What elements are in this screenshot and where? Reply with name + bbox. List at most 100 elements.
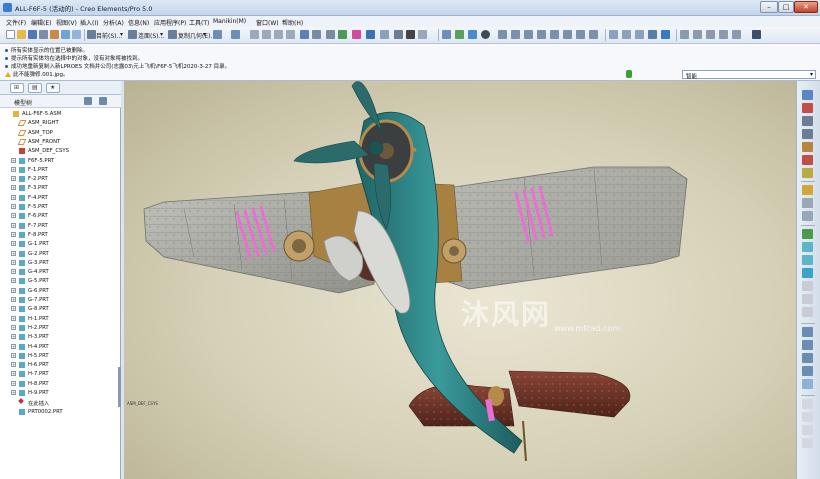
select-box-icon[interactable] <box>326 30 335 39</box>
tree-item[interactable]: + G-2.PRT <box>0 250 118 259</box>
csys-display-icon[interactable] <box>455 30 464 39</box>
hidden-line-icon[interactable] <box>622 30 631 39</box>
tree-expand-icon[interactable]: + <box>11 306 16 312</box>
print-icon[interactable] <box>39 30 48 39</box>
tree-item[interactable]: + G-5.PRT <box>0 277 118 286</box>
tab-folder-browser[interactable]: ▤ <box>28 83 42 93</box>
sketch-icon[interactable] <box>680 30 689 39</box>
annotation-icon[interactable] <box>706 30 715 39</box>
undo-icon[interactable] <box>213 30 222 39</box>
regenerate-icon[interactable] <box>87 30 96 39</box>
revolve-icon[interactable] <box>802 242 813 252</box>
tree-expand-icon[interactable]: + <box>11 259 16 265</box>
appearance-icon[interactable] <box>338 30 347 39</box>
tab-favorites[interactable]: ★ <box>46 83 60 93</box>
copy-icon[interactable] <box>262 30 271 39</box>
new-file-icon[interactable] <box>6 30 15 39</box>
axis-icon[interactable] <box>732 30 741 39</box>
tree-item[interactable]: + F-6.PRT <box>0 212 118 221</box>
tree-item[interactable]: ASM_FRONT <box>0 138 118 147</box>
tree-expand-icon[interactable]: + <box>11 185 16 191</box>
tree-expand-icon[interactable]: + <box>11 157 16 163</box>
regenerate-label[interactable]: 目前(S)... <box>96 31 122 40</box>
tree-expand-icon[interactable]: + <box>11 222 16 228</box>
tree-expand-icon[interactable]: + <box>11 380 16 386</box>
airplane-model[interactable] <box>124 81 796 479</box>
tree-item[interactable]: + G-7.PRT <box>0 296 118 305</box>
menu-insert[interactable]: 插入(I) <box>80 18 98 27</box>
tree-expand-icon[interactable]: + <box>11 278 16 284</box>
tab-model-tree[interactable]: ⊞ <box>10 83 24 93</box>
pattern-icon[interactable] <box>802 366 813 376</box>
tree-item[interactable]: + F-8.PRT <box>0 231 118 240</box>
tree-expand-icon[interactable]: + <box>11 352 16 358</box>
copy-geometry-label[interactable]: 复制几何(E)... <box>178 31 216 40</box>
tree-item[interactable]: + F-1.PRT <box>0 166 118 175</box>
analysis-feature-icon[interactable] <box>802 168 813 178</box>
hole-icon[interactable] <box>802 281 813 291</box>
draft-icon[interactable] <box>802 353 813 363</box>
tree-item[interactable]: + G-6.PRT <box>0 287 118 296</box>
round-icon[interactable] <box>802 327 813 337</box>
dropdown-arrow-2[interactable]: ▾ <box>160 31 163 38</box>
shading-icon[interactable] <box>648 30 657 39</box>
close-button[interactable]: ✕ <box>794 1 818 13</box>
redo-icon[interactable] <box>231 30 240 39</box>
menu-analysis[interactable]: 分析(A) <box>103 18 124 27</box>
create-component-icon[interactable] <box>802 198 813 208</box>
assemble-icon[interactable] <box>802 185 813 195</box>
no-hidden-icon[interactable] <box>635 30 644 39</box>
reorient-icon[interactable] <box>563 30 572 39</box>
tree-item[interactable]: + G-4.PRT <box>0 268 118 277</box>
tree-expand-icon[interactable]: + <box>11 204 16 209</box>
tree-item[interactable]: ASM_TOP <box>0 129 118 138</box>
tree-expand-icon[interactable]: + <box>11 269 16 275</box>
tree-item[interactable]: PRT0002.PRT <box>0 408 118 417</box>
tree-settings-icon[interactable] <box>84 97 92 105</box>
menu-file[interactable]: 文件(F) <box>6 18 26 27</box>
tree-expand-icon[interactable]: + <box>11 371 16 377</box>
menu-window[interactable]: 窗口(W) <box>256 18 279 27</box>
tree-show-icon[interactable] <box>99 97 107 105</box>
email-icon[interactable] <box>50 30 59 39</box>
layer-visibility-icon[interactable] <box>589 30 598 39</box>
context-help-icon[interactable] <box>752 30 761 39</box>
graphics-window[interactable]: 沐风网 www.mfcad.com <box>124 81 796 479</box>
thicken-icon[interactable] <box>802 438 813 448</box>
tree-item[interactable]: 在此插入 <box>0 398 118 407</box>
model-display-icon[interactable] <box>366 30 375 39</box>
paste-icon[interactable] <box>274 30 283 39</box>
tree-expand-icon[interactable]: + <box>11 194 16 200</box>
mirror-icon[interactable] <box>802 379 813 389</box>
blend-icon[interactable] <box>802 268 813 278</box>
point-icon[interactable] <box>719 30 728 39</box>
menu-manikin[interactable]: Manikin(M) <box>213 18 246 25</box>
tree-item[interactable]: + F6F-5.PRT <box>0 157 118 166</box>
trim-icon[interactable] <box>802 412 813 422</box>
tree-expand-icon[interactable]: + <box>11 390 16 395</box>
datum-planes-icon[interactable] <box>468 30 477 39</box>
tree-expand-icon[interactable]: + <box>11 176 16 182</box>
tree-item[interactable]: + F-4.PRT <box>0 194 118 203</box>
tree-expand-icon[interactable]: + <box>11 362 16 368</box>
saved-views-icon[interactable] <box>576 30 585 39</box>
color-palette-icon[interactable] <box>352 30 361 39</box>
minimize-button[interactable]: – <box>760 1 778 13</box>
relations-icon[interactable] <box>394 30 403 39</box>
glasses-icon[interactable] <box>406 30 415 39</box>
tree-item[interactable]: + G-8.PRT <box>0 305 118 314</box>
menu-info[interactable]: 信息(N) <box>128 18 149 27</box>
tree-item[interactable]: + H-1.PRT <box>0 315 118 324</box>
tree-item[interactable]: + F-7.PRT <box>0 222 118 231</box>
spin-center-icon[interactable] <box>442 30 451 39</box>
wireframe-icon[interactable] <box>609 30 618 39</box>
tree-item[interactable]: + H-2.PRT <box>0 324 118 333</box>
tree-item[interactable]: + F-3.PRT <box>0 184 118 193</box>
shading-sphere-icon[interactable] <box>481 30 490 39</box>
copy-geometry-icon[interactable] <box>168 30 177 39</box>
dropdown-arrow-1[interactable]: ▾ <box>120 31 123 38</box>
tree-item[interactable]: + H-7.PRT <box>0 370 118 379</box>
tree-item[interactable]: ALL-F6F-5.ASM <box>0 110 118 119</box>
sweep-icon[interactable] <box>802 255 813 265</box>
enhanced-realism-icon[interactable] <box>661 30 670 39</box>
